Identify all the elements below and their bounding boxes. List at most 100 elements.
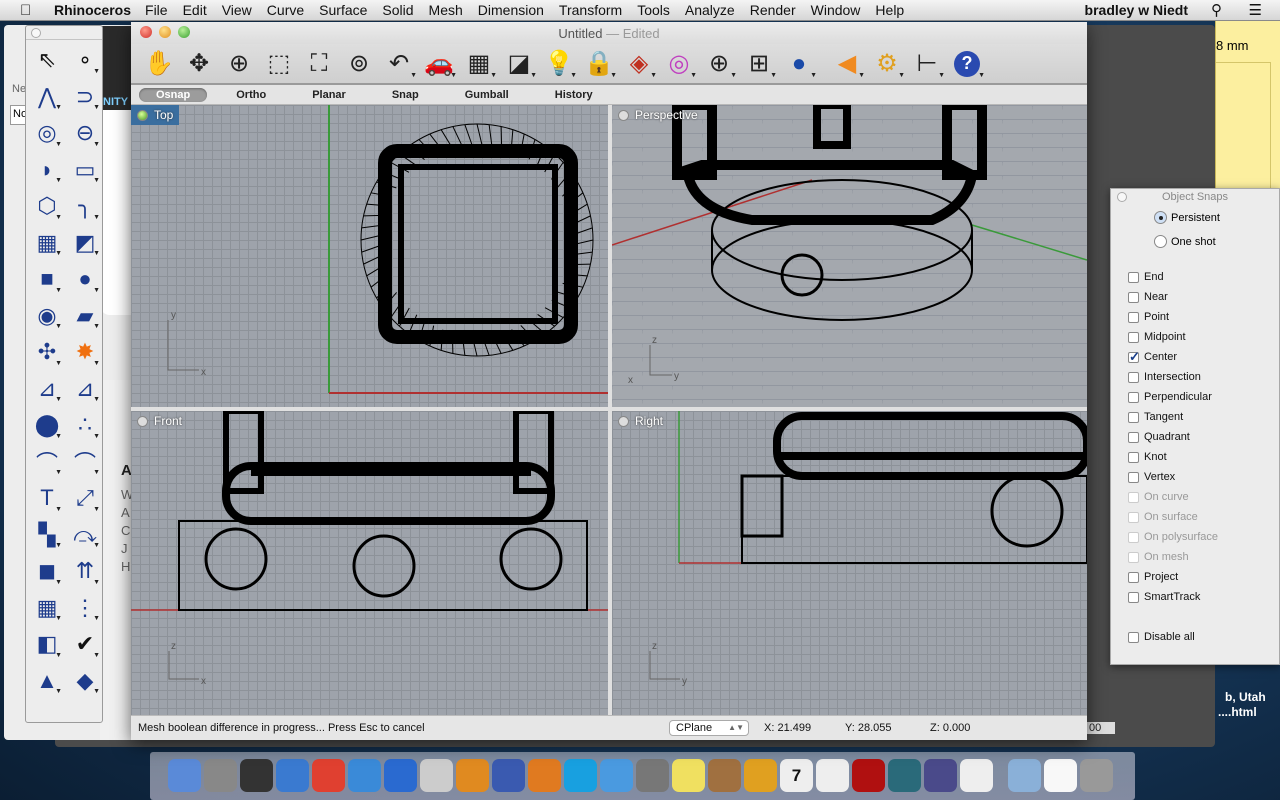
- toolbar-pan-hand-button[interactable]: ✋: [139, 46, 179, 82]
- viewport-label-perspective[interactable]: Perspective: [612, 105, 704, 125]
- checkbox[interactable]: [1128, 431, 1139, 443]
- tool-explode[interactable]: ✸ ▼: [66, 334, 104, 371]
- menu-edit[interactable]: Edit: [183, 2, 207, 18]
- app-menu[interactable]: Rhinoceros: [54, 2, 131, 18]
- menu-tools[interactable]: Tools: [637, 2, 670, 18]
- dock-skype-icon[interactable]: [564, 759, 597, 792]
- apple-menu-icon[interactable]: : [20, 2, 40, 19]
- notification-list-icon[interactable]: ☰: [1249, 1, 1262, 19]
- checkbox[interactable]: [1128, 451, 1139, 463]
- tool-boolean-blocks[interactable]: ⬤ ▼: [28, 407, 66, 444]
- dock-time-machine-icon[interactable]: [888, 759, 921, 792]
- viewport-label-front[interactable]: Front: [131, 411, 188, 431]
- user-name[interactable]: bradley w Niedt: [1085, 2, 1188, 18]
- dock-garageband-icon[interactable]: [744, 759, 777, 792]
- checkbox[interactable]: [1128, 631, 1139, 643]
- toolbar-rotate-view-button[interactable]: ✥: [179, 46, 219, 82]
- mode-planar-toggle[interactable]: Planar: [295, 88, 363, 102]
- toolbar-help-button[interactable]: ? ▼: [947, 46, 987, 82]
- checkbox[interactable]: [1128, 391, 1139, 403]
- menu-curve[interactable]: Curve: [267, 2, 304, 18]
- osnap-midpoint-checkbox[interactable]: Midpoint: [1128, 331, 1186, 343]
- dock-launchpad-icon[interactable]: [204, 759, 237, 792]
- tool-mesh-surface[interactable]: ▰ ▼: [66, 298, 104, 335]
- mode-gumball-toggle[interactable]: Gumball: [448, 88, 526, 102]
- dock-photo-app-icon[interactable]: [924, 759, 957, 792]
- toolbar-options-gear-button[interactable]: ⚙ ▼: [867, 46, 907, 82]
- dock-iphoto-icon[interactable]: [708, 759, 741, 792]
- viewport-label-top[interactable]: Top: [131, 105, 180, 125]
- checkbox[interactable]: [1128, 591, 1139, 603]
- tool-arc[interactable]: ◗ ▼: [28, 152, 66, 189]
- tool-bend[interactable]: ◧ ▼: [28, 626, 66, 663]
- dock-safari-icon[interactable]: [348, 759, 381, 792]
- checkbox[interactable]: [1128, 331, 1139, 343]
- tool-blend-curve[interactable]: ⌒ ▼: [66, 444, 104, 481]
- toolbar-color-wheel-button[interactable]: ◎ ▼: [659, 46, 699, 82]
- toolbar-zoom-in-out-button[interactable]: ⊕: [219, 46, 259, 82]
- osnap-quadrant-checkbox[interactable]: Quadrant: [1128, 431, 1190, 443]
- osnap-project-checkbox[interactable]: Project: [1128, 571, 1178, 583]
- menu-analyze[interactable]: Analyze: [685, 2, 735, 18]
- tool-extrude-solid[interactable]: ◼ ▼: [28, 553, 66, 590]
- toolbar-undo-view-button[interactable]: ↶ ▼: [379, 46, 419, 82]
- tool-cone-primitives[interactable]: ▲ ▼: [28, 663, 66, 700]
- tool-array-grid[interactable]: ▦ ▼: [28, 590, 66, 627]
- tool-polyline[interactable]: ⋀ ▼: [28, 79, 66, 116]
- toolbar-zoom-extents-button[interactable]: ⛶: [299, 46, 339, 82]
- dock-photo-booth-icon[interactable]: [852, 759, 885, 792]
- dock-itunes-icon[interactable]: [276, 759, 309, 792]
- menu-help[interactable]: Help: [875, 2, 904, 18]
- dock-document-icon[interactable]: [1044, 759, 1077, 792]
- toolbar-object-properties-button[interactable]: ◪ ▼: [499, 46, 539, 82]
- toolbar-lock-button[interactable]: 🔒 ▼: [579, 46, 619, 82]
- tool-rotate[interactable]: ⤼ ▼: [66, 517, 104, 554]
- dock-stickies-icon[interactable]: [672, 759, 705, 792]
- dock-finder-icon[interactable]: [168, 759, 201, 792]
- toolbar-wireframe-view-button[interactable]: ⊕ ▼: [699, 46, 739, 82]
- dock-word-icon[interactable]: [492, 759, 525, 792]
- panel-close-button[interactable]: [1117, 192, 1127, 202]
- osnap-mode-one-shot-radio[interactable]: One shot: [1154, 235, 1216, 248]
- osnap-mode-persistent-radio[interactable]: Persistent: [1154, 211, 1220, 224]
- toolbar-grid-shaded-view-button[interactable]: ⊞ ▼: [739, 46, 779, 82]
- dock-calendar-icon[interactable]: 7: [780, 759, 813, 792]
- viewport-front[interactable]: z x Front: [131, 411, 608, 715]
- checkbox[interactable]: [1128, 271, 1139, 283]
- tool-boolean-union[interactable]: ✣ ▼: [28, 334, 66, 371]
- viewport-perspective[interactable]: z y x Perspective: [612, 105, 1087, 407]
- tool-sphere[interactable]: ● ▼: [66, 261, 104, 298]
- mode-snap-toggle[interactable]: Snap: [375, 88, 436, 102]
- dock-rhino-unicorn-icon[interactable]: [420, 759, 453, 792]
- mode-osnap-toggle[interactable]: Osnap: [139, 87, 208, 102]
- menu-dimension[interactable]: Dimension: [478, 2, 544, 18]
- tool-text[interactable]: T ▼: [28, 480, 66, 517]
- menu-render[interactable]: Render: [750, 2, 796, 18]
- tool-analyze-draft[interactable]: ◆ ▼: [66, 663, 104, 700]
- toolbar-named-views-car-button[interactable]: 🚗 ▼: [419, 46, 459, 82]
- tool-surface-from-points[interactable]: ▦ ▼: [28, 225, 66, 262]
- tool-fillet-curve[interactable]: ╮ ▼: [66, 188, 104, 225]
- osnap-end-checkbox[interactable]: End: [1128, 271, 1164, 283]
- dock-messages-icon[interactable]: [600, 759, 633, 792]
- viewport-top[interactable]: y x Top: [131, 105, 608, 407]
- checkbox[interactable]: [1128, 571, 1139, 583]
- dock-folder-icon[interactable]: [1008, 759, 1041, 792]
- tool-rectangle[interactable]: ▭ ▼: [66, 152, 104, 189]
- tool-curve[interactable]: ⊃ ▼: [66, 79, 104, 116]
- dock-illustrator-icon[interactable]: [456, 759, 489, 792]
- osnap-intersection-checkbox[interactable]: Intersection: [1128, 371, 1201, 383]
- radio-button[interactable]: [1154, 235, 1167, 248]
- viewport-right[interactable]: z y Right: [612, 411, 1087, 715]
- checkbox[interactable]: [1128, 411, 1139, 423]
- osnap-tangent-checkbox[interactable]: Tangent: [1128, 411, 1183, 423]
- tool-box-solid[interactable]: ■ ▼: [28, 261, 66, 298]
- cplane-select[interactable]: CPlane ▲▼: [669, 720, 749, 736]
- dock-solitaire-icon[interactable]: [960, 759, 993, 792]
- dock-system-preferences-icon[interactable]: [636, 759, 669, 792]
- tool-group[interactable]: ∴ ▼: [66, 407, 104, 444]
- tool-align[interactable]: ⋮ ▼: [66, 590, 104, 627]
- tool-polygon[interactable]: ⬡ ▼: [28, 188, 66, 225]
- tool-trim[interactable]: ⊿ ▼: [28, 371, 66, 408]
- menu-window[interactable]: Window: [811, 2, 861, 18]
